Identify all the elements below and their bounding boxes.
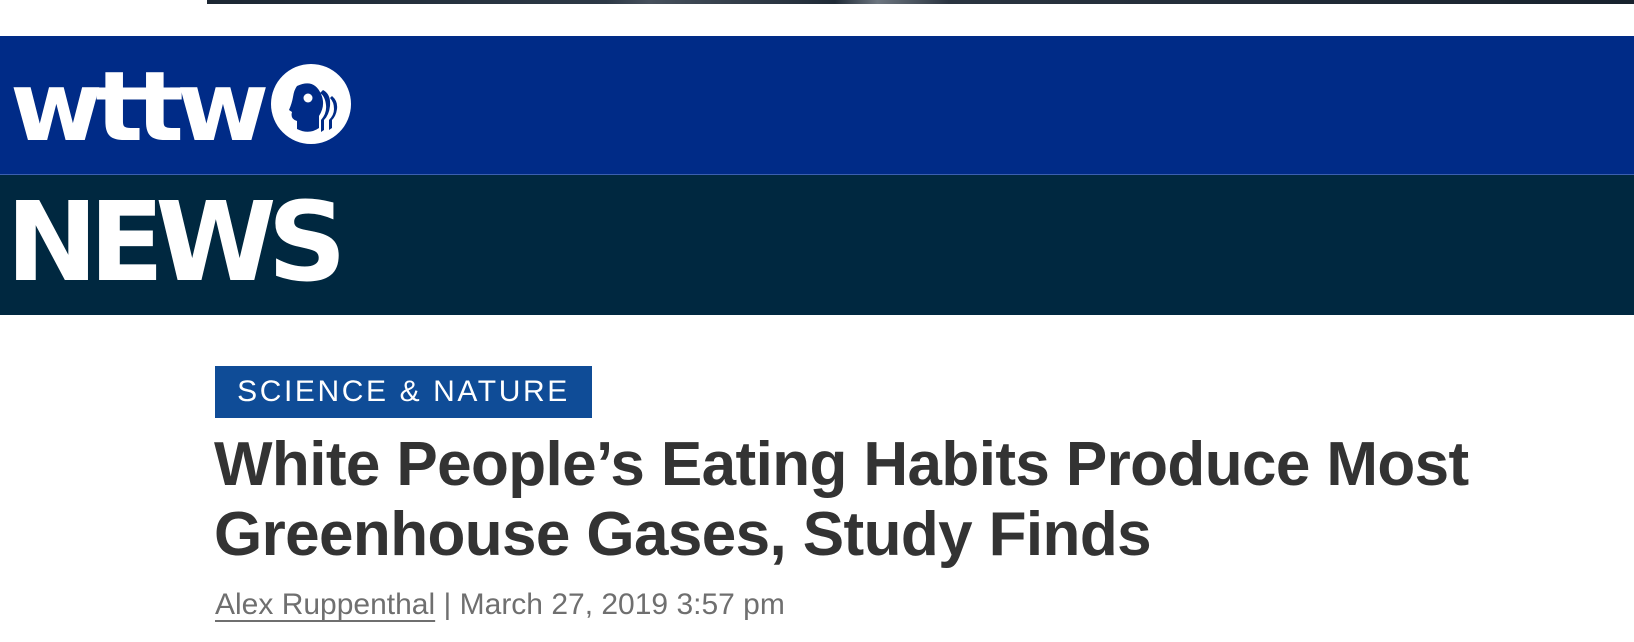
article-title: White People’s Eating Habits Produce Mos… <box>214 430 1614 570</box>
page: wttw NEWS SCIENCE & NATURE White People’… <box>0 0 1634 642</box>
news-wordmark[interactable]: NEWS <box>6 187 347 297</box>
pbs-heads-icon <box>271 64 351 144</box>
byline: Alex Ruppenthal | March 27, 2019 3:57 pm <box>215 585 785 625</box>
category-badge[interactable]: SCIENCE & NATURE <box>215 366 592 418</box>
brand-name: wttw <box>10 52 267 152</box>
byline-separator: | <box>443 588 452 621</box>
hero-image-edge <box>207 0 1634 4</box>
article-title-line-1: White People’s Eating Habits Produce Mos… <box>214 430 1469 499</box>
wttw-logo[interactable]: wttw <box>10 52 356 152</box>
article-title-line-2: Greenhouse Gases, Study Finds <box>214 500 1152 569</box>
publish-date: March 27, 2019 3:57 pm <box>459 588 785 621</box>
author-link[interactable]: Alex Ruppenthal <box>215 588 435 621</box>
